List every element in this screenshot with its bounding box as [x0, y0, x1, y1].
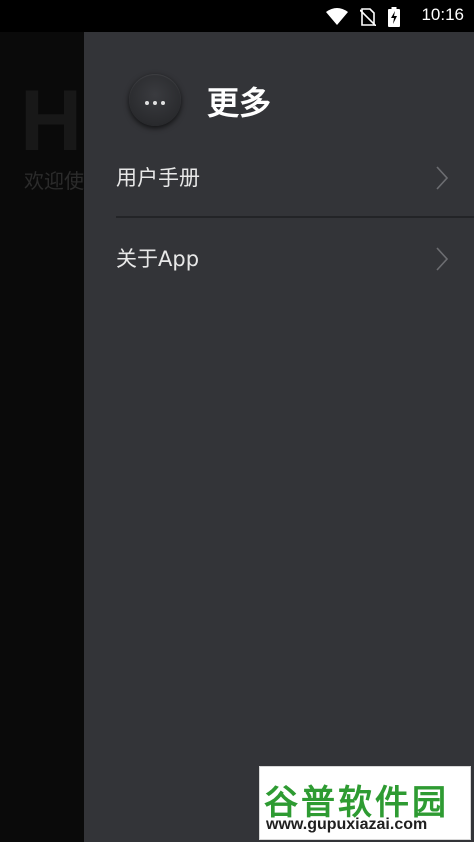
navigation-drawer: 更多 用户手册 关于App [84, 32, 474, 842]
status-bar: 10:16 [0, 0, 474, 32]
background-subtitle: 欢迎使 [24, 169, 84, 193]
drawer-title: 更多 [207, 84, 272, 122]
watermark: 谷普软件园 www.gupuxiazai.com [259, 766, 471, 840]
no-sim-icon [360, 8, 376, 26]
menu-item-about-app[interactable]: 关于App [116, 219, 474, 299]
more-button[interactable] [129, 74, 181, 126]
menu-divider [116, 216, 474, 218]
battery-charging-icon [388, 7, 400, 27]
background-title: H [20, 73, 85, 169]
chevron-right-icon [436, 166, 449, 194]
status-icons [326, 7, 400, 27]
more-dots-icon [144, 91, 166, 110]
drawer-header: 更多 [84, 32, 474, 150]
watermark-url: www.gupuxiazai.com [266, 816, 428, 833]
menu-item-user-manual[interactable]: 用户手册 [116, 138, 474, 218]
menu-item-label: 用户手册 [116, 166, 200, 190]
chevron-right-icon [436, 247, 449, 275]
menu-item-label: 关于App [116, 247, 200, 271]
wifi-icon [326, 8, 348, 26]
status-time: 10:16 [421, 5, 464, 24]
